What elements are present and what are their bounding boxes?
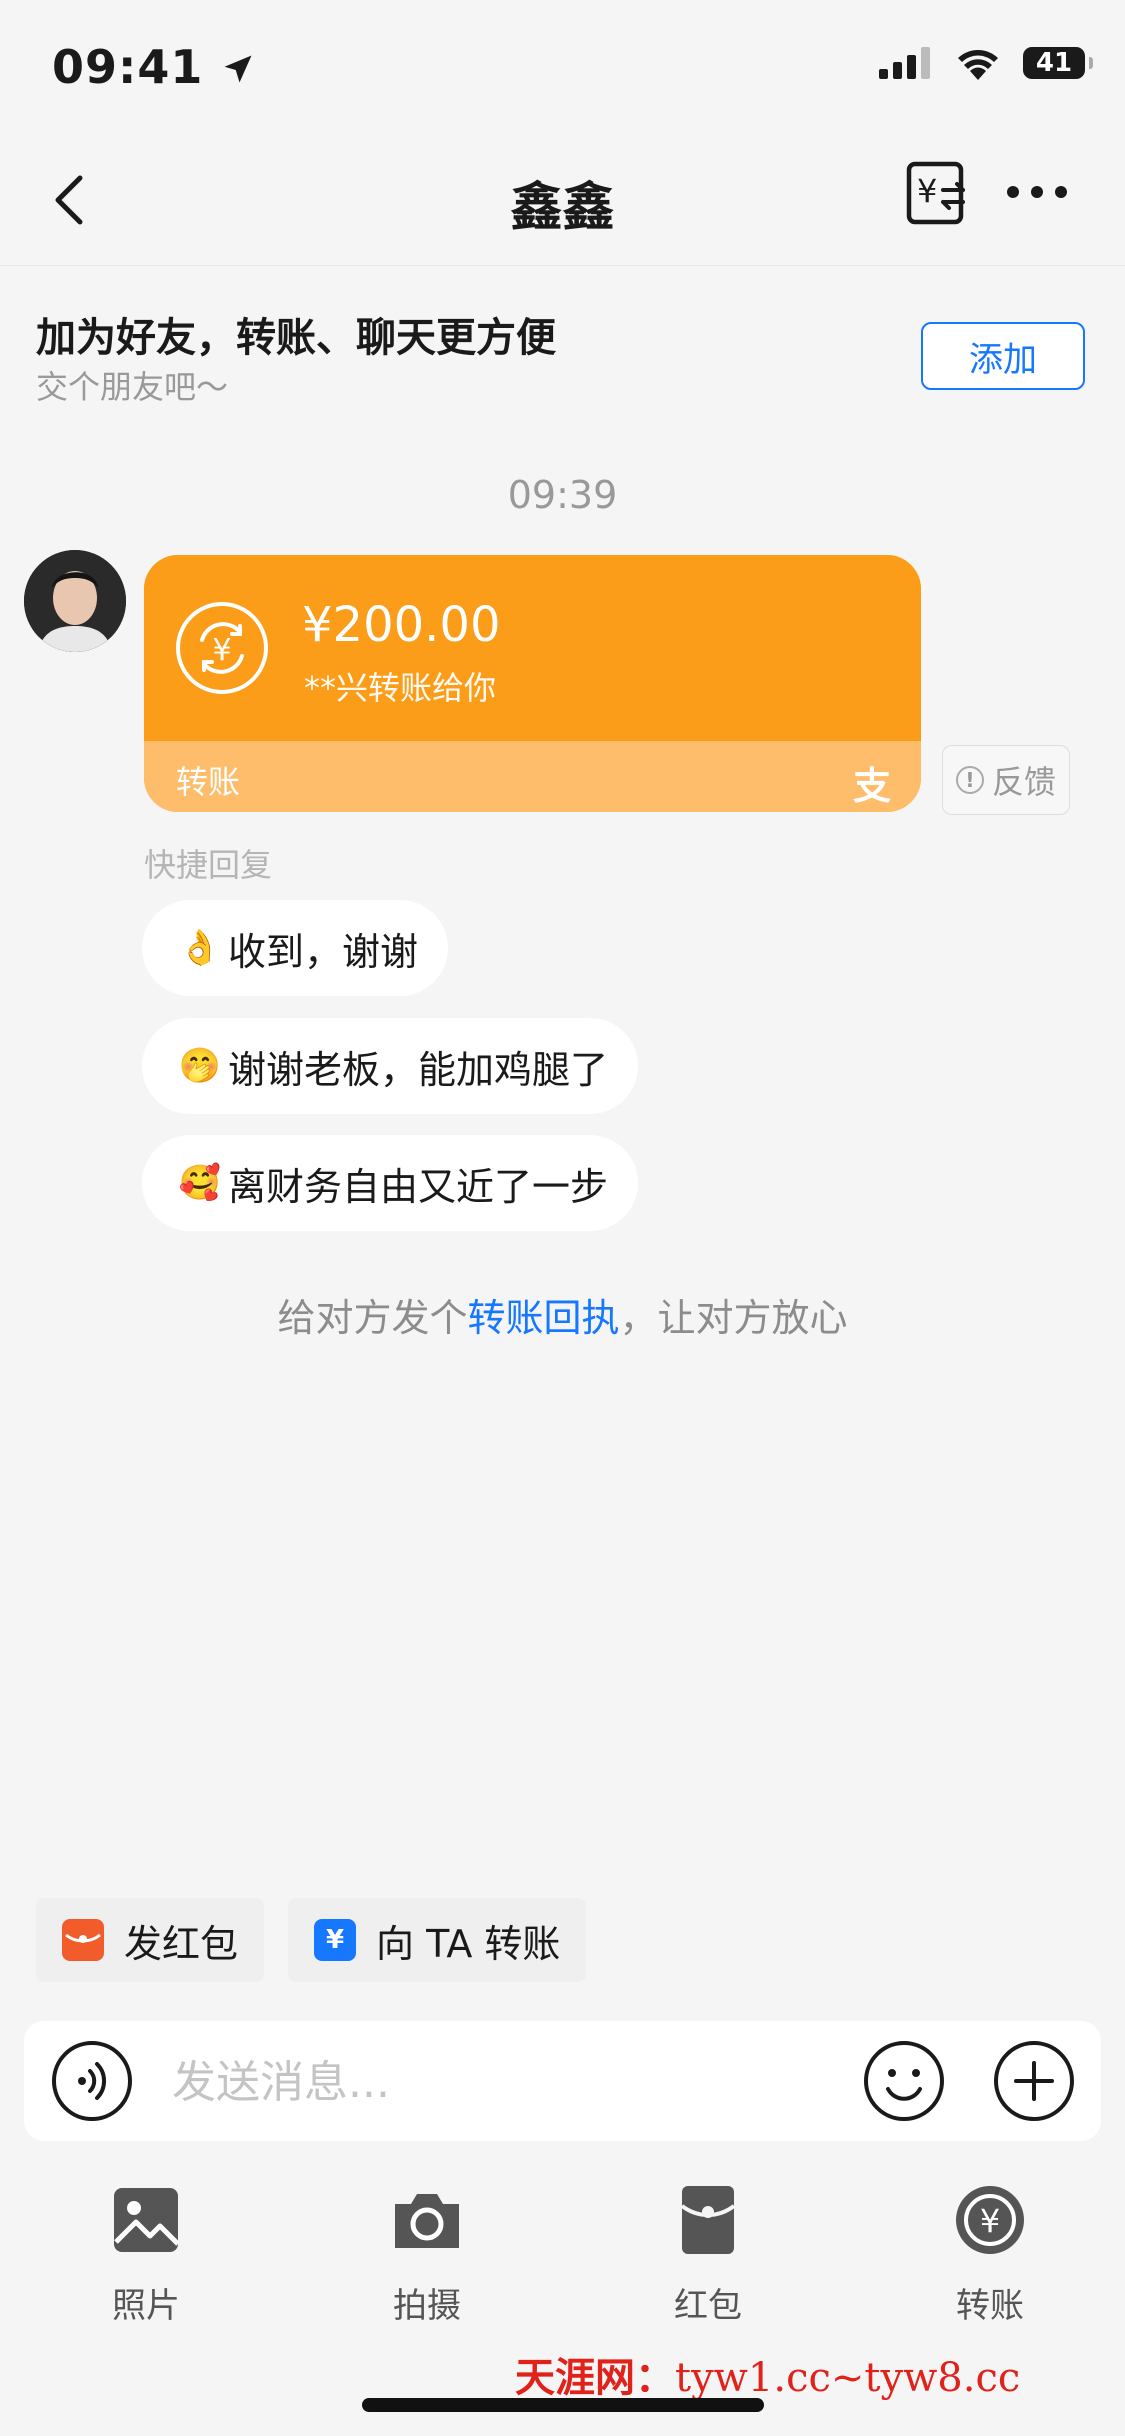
add-friend-button[interactable]: 添加 <box>921 322 1085 390</box>
quick-reply-item[interactable]: 🤭 谢谢老板，能加鸡腿了 <box>142 1018 639 1114</box>
quick-reply-item[interactable]: 🥰 离财务自由又近了一步 <box>142 1135 639 1231</box>
tool-photo[interactable]: 照片 <box>71 2180 221 2327</box>
add-friend-title: 加为好友，转账、聊天更方便 <box>36 315 556 361</box>
feedback-button[interactable]: ! 反馈 <box>942 745 1070 815</box>
receipt-hint-suffix: ，让对方放心 <box>619 1296 848 1340</box>
quick-reply-item[interactable]: 👌 收到，谢谢 <box>142 900 449 996</box>
add-friend-subtitle: 交个朋友吧～ <box>36 368 229 406</box>
transfer-card-label: 转账 <box>176 763 241 801</box>
heart-face-emoji-icon: 🥰 <box>178 1163 222 1203</box>
chat-timestamp: 09:39 <box>507 473 618 517</box>
transfer-amount: ¥200.00 <box>302 597 501 653</box>
nav-bar: 鑫鑫 ¥ <box>0 120 1125 266</box>
photo-icon <box>114 2188 180 2252</box>
avatar-image <box>24 550 126 652</box>
avatar[interactable] <box>24 550 126 652</box>
svg-text:¥: ¥ <box>980 2202 1000 2240</box>
send-red-packet-label: 发红包 <box>124 1921 239 1966</box>
transfer-to-ta-label: 向 TA 转账 <box>376 1921 561 1966</box>
wifi-icon <box>958 50 998 80</box>
tool-label: 拍摄 <box>393 2286 461 2326</box>
svg-text:¥: ¥ <box>917 172 937 210</box>
plus-icon[interactable] <box>992 2039 1076 2123</box>
message-input[interactable] <box>170 2047 774 2117</box>
voice-icon[interactable] <box>50 2039 134 2123</box>
transfer-ticket-icon: ¥ <box>314 1919 356 1961</box>
transfer-description: **兴转账给你 <box>304 669 497 707</box>
info-icon: ! <box>955 766 984 794</box>
emoji-icon[interactable] <box>862 2039 946 2123</box>
tool-label: 照片 <box>112 2286 180 2326</box>
location-arrow-icon <box>224 55 252 83</box>
camera-icon <box>395 2194 459 2248</box>
battery-indicator: 41 <box>1023 47 1093 79</box>
home-indicator <box>362 2398 764 2412</box>
message-input-bar <box>24 2021 1101 2141</box>
quick-reply-text: 离财务自由又近了一步 <box>228 1164 609 1209</box>
send-red-packet-chip[interactable]: 发红包 <box>36 1898 265 1982</box>
svg-text:¥: ¥ <box>212 633 231 668</box>
transfer-receipt-link[interactable]: 转账回执 <box>467 1296 619 1340</box>
tool-camera[interactable]: 拍摄 <box>352 2180 502 2327</box>
tool-transfer[interactable]: ¥ 转账 <box>915 2180 1065 2327</box>
tool-label: 红包 <box>674 2286 742 2326</box>
tool-label: 转账 <box>956 2286 1024 2326</box>
quick-reply-title: 快捷回复 <box>144 846 273 884</box>
transfer-card-body: ¥ ¥200.00 **兴转账给你 <box>144 555 921 741</box>
alipay-logo-icon: 支 <box>852 764 891 808</box>
transfer-record-icon[interactable]: ¥ <box>905 160 969 226</box>
receipt-hint: 给对方发个转账回执，让对方放心 <box>0 1287 1125 1342</box>
feedback-label: 反馈 <box>991 763 1056 801</box>
watermark-site: 天涯网： <box>515 2354 675 2401</box>
transfer-to-ta-chip[interactable]: ¥ 向 TA 转账 <box>288 1898 587 1982</box>
transfer-yuan-icon: ¥ <box>176 602 268 694</box>
battery-level: 41 <box>1035 48 1073 78</box>
quick-reply-text: 谢谢老板，能加鸡腿了 <box>228 1047 609 1092</box>
transfer-icon: ¥ <box>956 2186 1024 2254</box>
status-time: 09:41 <box>52 40 256 94</box>
signal-icon <box>879 47 930 79</box>
tool-red-packet[interactable]: 红包 <box>633 2180 783 2327</box>
giggle-emoji-icon: 🤭 <box>178 1046 222 1086</box>
watermark: 天涯网：tyw1.cc~tyw8.cc <box>515 2345 1020 2403</box>
status-time-text: 09:41 <box>52 40 204 94</box>
red-packet-icon <box>62 1919 104 1961</box>
red-packet-icon <box>680 2186 736 2254</box>
more-icon[interactable] <box>1005 178 1069 206</box>
ok-hand-emoji-icon: 👌 <box>178 928 222 968</box>
quick-reply-text: 收到，谢谢 <box>228 929 419 974</box>
status-icons: 41 <box>879 46 1093 80</box>
transfer-card-footer: 转账 支 <box>144 741 921 812</box>
receipt-hint-prefix: 给对方发个 <box>277 1296 468 1340</box>
transfer-card[interactable]: ¥ ¥200.00 **兴转账给你 转账 支 <box>144 555 921 812</box>
watermark-url: tyw1.cc~tyw8.cc <box>675 2355 1021 2401</box>
